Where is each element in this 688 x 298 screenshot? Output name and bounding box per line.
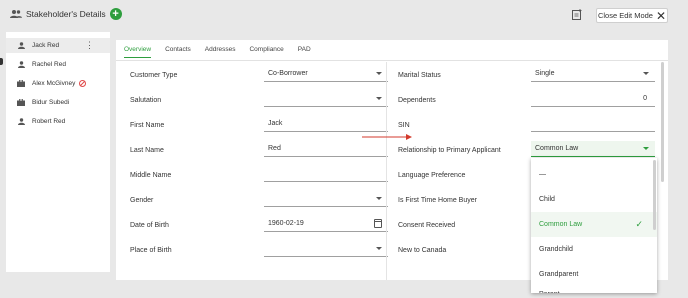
annotation-arrow <box>362 134 412 140</box>
last-name-value: Red <box>268 145 281 152</box>
more-options-icon[interactable]: ⋮ <box>85 40 94 50</box>
dropdown-option-grandchild[interactable]: Grandchild <box>531 237 657 262</box>
person-icon <box>14 61 28 68</box>
panel-handle[interactable] <box>0 58 3 65</box>
dropdown-option-empty[interactable]: — <box>531 162 657 187</box>
person-icon <box>14 118 28 125</box>
stakeholder-item-robert-red[interactable]: Robert Red <box>6 114 110 129</box>
date-of-birth-label: Date of Birth <box>130 222 169 229</box>
salutation-label: Salutation <box>130 97 162 104</box>
dependents-value: 0 <box>643 95 647 102</box>
middle-name-field[interactable] <box>264 166 388 182</box>
chevron-down-icon <box>643 147 649 150</box>
person-icon <box>14 42 28 49</box>
close-edit-mode-label: Close Edit Mode <box>597 11 653 20</box>
customer-type-select[interactable]: Co-Borrower <box>264 66 388 82</box>
chevron-down-icon <box>376 197 382 200</box>
chevron-down-icon <box>643 72 649 75</box>
marital-status-select[interactable]: Single <box>531 66 655 82</box>
dependents-field[interactable]: 0 <box>531 91 655 107</box>
stakeholder-item-jack-red[interactable]: Jack Red ⋮ <box>6 38 110 53</box>
customer-type-label: Customer Type <box>130 72 178 79</box>
chevron-down-icon <box>376 247 382 250</box>
form-scrollbar[interactable] <box>661 62 664 182</box>
ban-icon <box>79 80 87 87</box>
place-of-birth-label: Place of Birth <box>130 247 172 254</box>
stakeholder-item-bidur-subedi[interactable]: Bidur Subedi <box>6 95 110 110</box>
chevron-down-icon <box>376 72 382 75</box>
chevron-down-icon <box>376 97 382 100</box>
dropdown-option-label: Common Law <box>539 221 583 228</box>
new-to-canada-label: New to Canada <box>398 247 447 254</box>
dropdown-option-common-law[interactable]: Common Law ✓ <box>531 212 657 237</box>
last-name-field[interactable]: Red <box>264 141 388 157</box>
salutation-select[interactable] <box>264 91 388 107</box>
stakeholder-name: Robert Red <box>32 118 66 125</box>
sin-field[interactable] <box>531 116 655 132</box>
last-name-label: Last Name <box>130 147 164 154</box>
first-name-label: First Name <box>130 122 165 129</box>
stakeholder-item-alex-mcgivney[interactable]: Alex McGivney <box>6 76 110 91</box>
stakeholder-name: Jack Red <box>32 42 60 49</box>
place-of-birth-select[interactable] <box>264 241 388 257</box>
first-time-home-buyer-label: Is First Time Home Buyer <box>398 197 477 204</box>
page-title: Stakeholder's Details <box>26 9 106 19</box>
calendar-icon[interactable] <box>374 219 382 228</box>
tab-compliance[interactable]: Compliance <box>249 46 283 58</box>
stakeholder-name: Bidur Subedi <box>32 99 70 106</box>
tab-overview[interactable]: Overview <box>124 46 152 58</box>
dropdown-scrollbar[interactable] <box>653 160 656 230</box>
date-of-birth-field[interactable]: 1960-02-19 <box>264 216 388 232</box>
briefcase-icon <box>14 80 28 87</box>
language-preference-label: Language Preference <box>398 172 466 179</box>
column-divider <box>386 62 387 280</box>
check-icon: ✓ <box>635 219 643 229</box>
relationship-select[interactable]: Common Law <box>531 141 655 157</box>
marital-status-label: Marital Status <box>398 72 441 79</box>
tab-bar: Overview Contacts Addresses Compliance P… <box>124 46 311 58</box>
add-stakeholder-button[interactable]: + <box>109 8 122 20</box>
stakeholder-name: Alex McGivney <box>32 80 76 87</box>
tabs-divider <box>116 60 668 61</box>
briefcase-icon <box>14 99 28 106</box>
gender-label: Gender <box>130 197 154 204</box>
add-note-icon[interactable] <box>572 9 582 20</box>
date-of-birth-value: 1960-02-19 <box>268 220 304 227</box>
close-edit-mode-button[interactable]: Close Edit Mode ✕ <box>596 8 668 23</box>
dropdown-option-parent[interactable]: Parent <box>531 282 657 293</box>
sin-label: SIN <box>398 122 410 129</box>
stakeholder-item-rachel-red[interactable]: Rachel Red <box>6 57 110 72</box>
stakeholder-name: Rachel Red <box>32 61 66 68</box>
relationship-dropdown: — Child Common Law ✓ Grandchild Grandpar… <box>531 158 657 293</box>
middle-name-label: Middle Name <box>130 172 172 179</box>
people-icon <box>10 10 22 18</box>
first-name-field[interactable]: Jack <box>264 116 388 132</box>
gender-select[interactable] <box>264 191 388 207</box>
close-icon: ✕ <box>655 8 667 23</box>
relationship-value: Common Law <box>535 145 579 152</box>
tab-addresses[interactable]: Addresses <box>205 46 236 58</box>
stakeholder-list: Jack Red ⋮ Rachel Red Alex McGivney Bidu… <box>6 32 110 272</box>
relationship-label: Relationship to Primary Applicant <box>398 147 501 154</box>
marital-status-value: Single <box>535 70 555 77</box>
consent-received-label: Consent Received <box>398 222 456 229</box>
title-group: Stakeholder's Details + <box>10 8 122 20</box>
tab-contacts[interactable]: Contacts <box>165 46 191 58</box>
customer-type-value: Co-Borrower <box>268 70 308 77</box>
tab-pad[interactable]: PAD <box>298 46 311 58</box>
first-name-value: Jack <box>268 120 283 127</box>
dependents-label: Dependents <box>398 97 436 104</box>
dropdown-option-child[interactable]: Child <box>531 187 657 212</box>
top-bar: Stakeholder's Details + Close Edit Mode … <box>0 0 688 32</box>
